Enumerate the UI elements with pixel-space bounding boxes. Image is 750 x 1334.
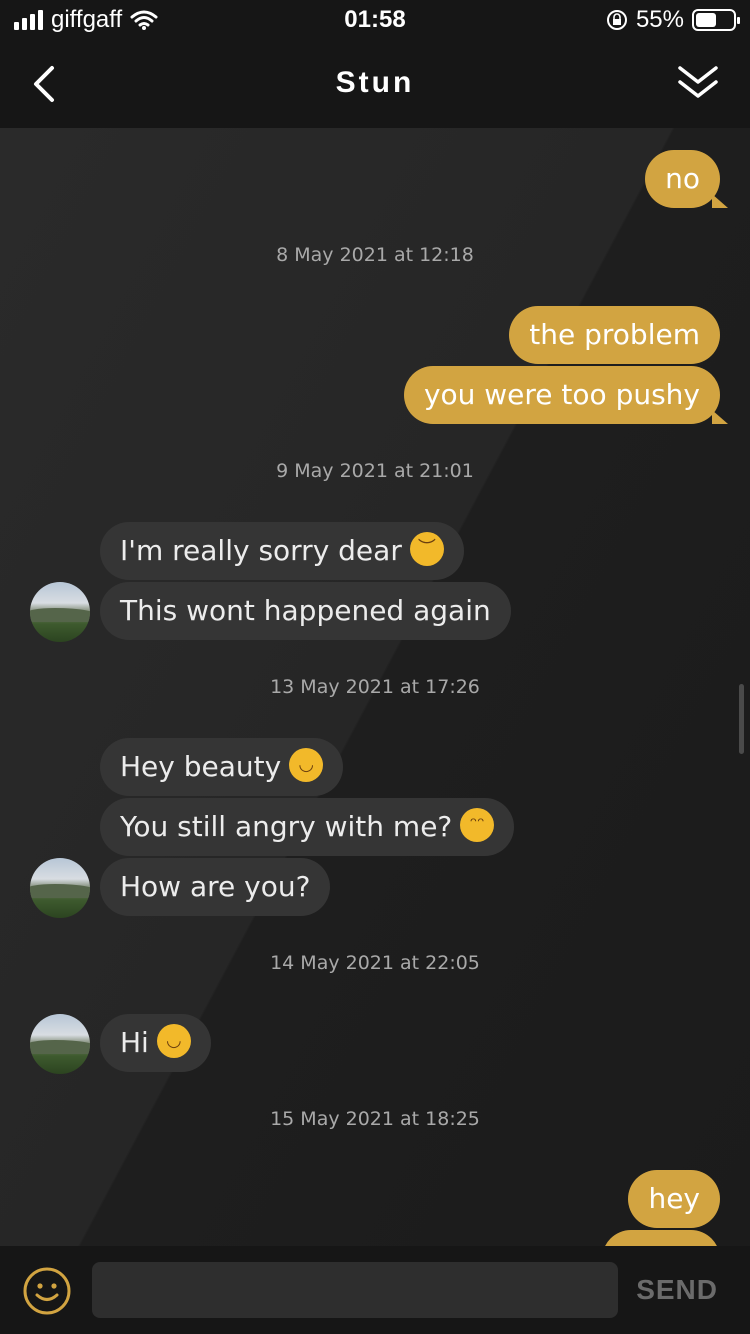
message-text: the problem	[529, 318, 700, 351]
message-text: This wont happened again	[120, 594, 491, 627]
message-text: I'm really sorry dear	[120, 534, 402, 567]
message-text: you were too pushy	[423, 378, 700, 411]
avatar[interactable]	[30, 582, 90, 642]
message-outgoing-partial[interactable]	[602, 1230, 720, 1246]
message-text: How are you?	[120, 870, 311, 903]
timestamp: 13 May 2021 at 17:26	[270, 676, 480, 698]
message-outgoing[interactable]: you were too pushy	[403, 366, 729, 424]
message-input[interactable]	[92, 1262, 618, 1318]
message-incoming[interactable]: Hi ◡	[100, 1014, 211, 1072]
avatar[interactable]	[30, 1014, 90, 1074]
pensive-face-icon: ︶	[409, 532, 444, 566]
message-outgoing[interactable]: the problem	[509, 306, 720, 364]
smiling-face-icon: ◡	[289, 748, 324, 782]
message-incoming[interactable]: I'm really sorry dear ︶	[100, 522, 464, 580]
send-button[interactable]: SEND	[636, 1274, 718, 1306]
scrollbar[interactable]	[739, 684, 744, 754]
message-text: You still angry with me?	[120, 810, 453, 843]
message-list[interactable]: no 8 May 2021 at 12:18 the problem you w…	[0, 128, 750, 1246]
message-outgoing[interactable]: hey	[628, 1170, 720, 1228]
status-bar: giffgaff 01:58 55%	[0, 0, 750, 40]
chat-header: Stun	[0, 40, 750, 128]
timestamp: 15 May 2021 at 18:25	[270, 1108, 480, 1130]
battery-percent: 55%	[635, 6, 684, 33]
message-text: hey	[648, 1182, 700, 1215]
timestamp: 9 May 2021 at 21:01	[276, 460, 474, 482]
timestamp: 8 May 2021 at 12:18	[276, 244, 474, 266]
smiley-icon[interactable]	[22, 1266, 72, 1316]
message-text: Hey beauty	[120, 750, 282, 783]
message-incoming[interactable]: This wont happened again	[100, 582, 511, 640]
contact-name[interactable]: Stun	[0, 66, 750, 100]
double-chevron-down-icon[interactable]	[676, 64, 720, 104]
smiling-face-icon: ◡	[156, 1024, 191, 1058]
message-composer: SEND	[0, 1246, 750, 1334]
message-incoming[interactable]: How are you?	[100, 858, 331, 916]
message-text: no	[665, 162, 700, 195]
avatar[interactable]	[30, 858, 90, 918]
rotation-lock-icon	[606, 10, 627, 30]
message-outgoing[interactable]: no	[645, 150, 728, 208]
battery-icon	[692, 9, 740, 31]
message-incoming[interactable]: Hey beauty ◡	[100, 738, 344, 796]
message-incoming[interactable]: You still angry with me? ᵔᵔ	[100, 798, 515, 856]
message-text: Hi	[120, 1026, 149, 1059]
timestamp: 14 May 2021 at 22:05	[270, 952, 480, 974]
pleading-face-icon: ᵔᵔ	[460, 808, 495, 842]
